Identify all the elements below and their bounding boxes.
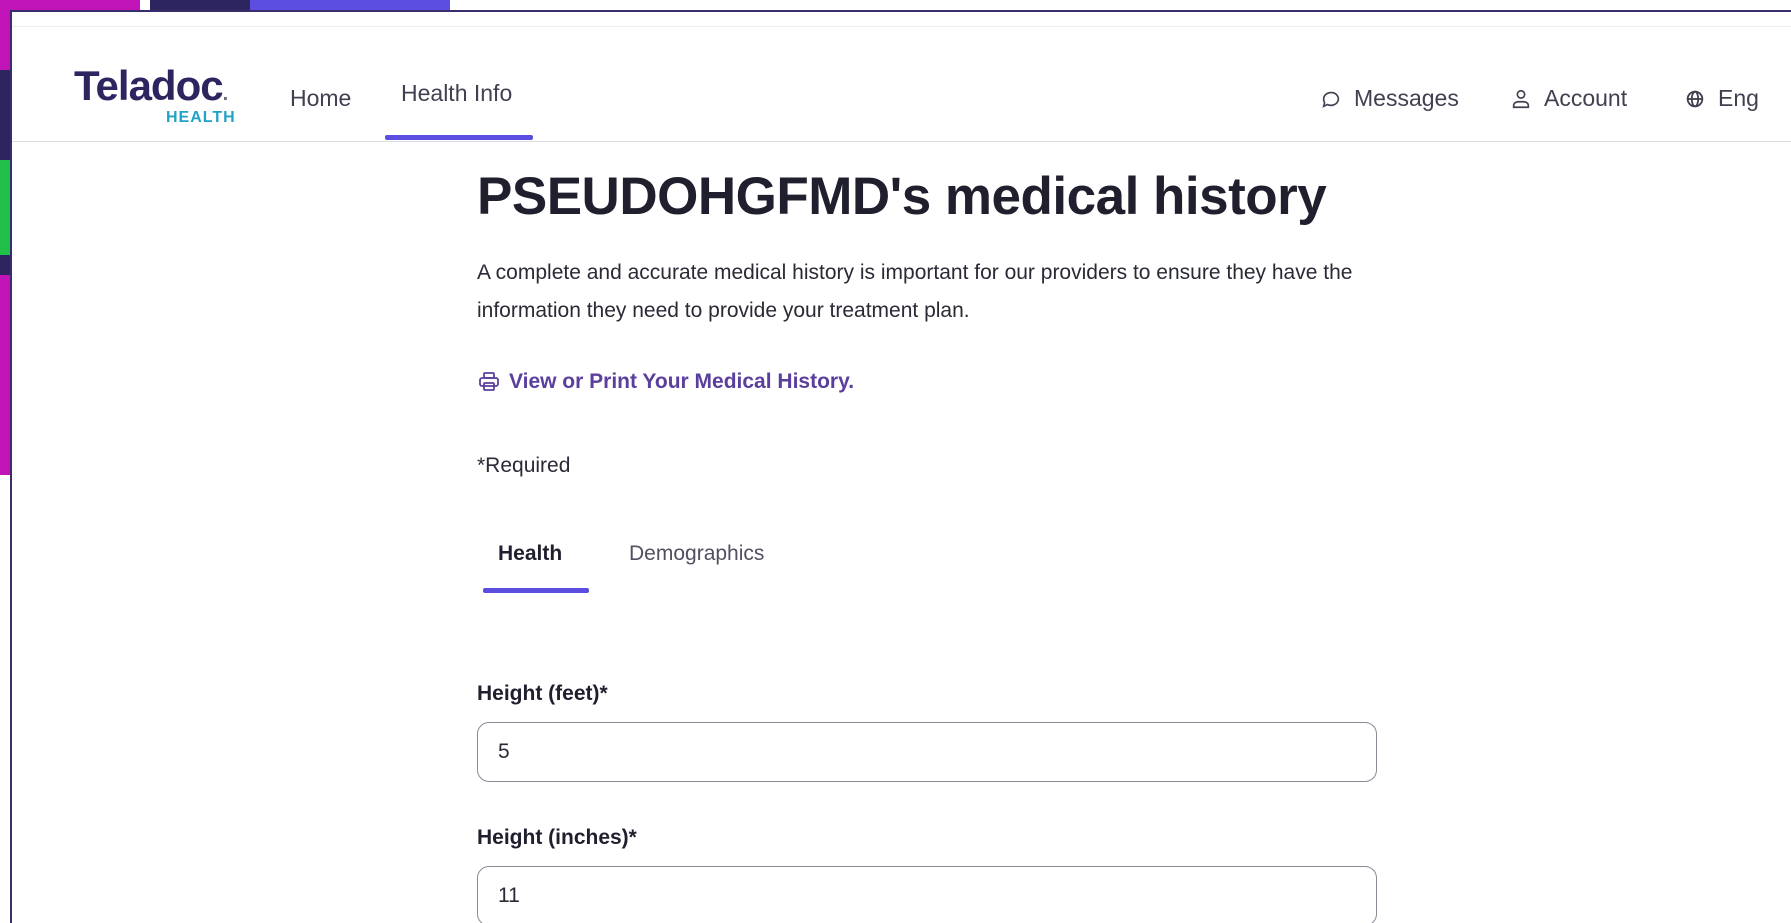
tab-active-indicator xyxy=(483,588,589,593)
account-link[interactable]: Account xyxy=(1510,85,1627,112)
required-note: *Required xyxy=(477,454,571,477)
nav-health-info[interactable]: Health Info xyxy=(401,80,512,107)
tab-demographics[interactable]: Demographics xyxy=(629,542,764,566)
decorative-top-left xyxy=(0,0,140,10)
height-feet-label: Height (feet)* xyxy=(477,682,608,705)
print-link-label: View or Print Your Medical History. xyxy=(509,370,855,393)
decorative-top-middle xyxy=(150,0,250,10)
logo-wordmark: Teladoc. xyxy=(74,62,228,115)
height-inches-label: Height (inches)* xyxy=(477,826,637,849)
messages-label: Messages xyxy=(1354,85,1459,111)
speech-bubble-icon xyxy=(1322,91,1340,108)
tab-health[interactable]: Health xyxy=(498,542,562,566)
header: Teladoc. HEALTH Home Health Info Message… xyxy=(12,26,1791,142)
account-label: Account xyxy=(1544,85,1628,111)
height-inches-input[interactable] xyxy=(477,866,1377,923)
view-print-medical-history-link[interactable]: View or Print Your Medical History. xyxy=(477,370,854,394)
language-label: Eng xyxy=(1718,85,1759,111)
decorative-top-right xyxy=(250,0,450,10)
page-title: PSEUDOHGFMD's medical history xyxy=(477,167,1327,226)
height-feet-input[interactable] xyxy=(477,722,1377,782)
nav-active-indicator xyxy=(385,135,533,140)
logo-text: Teladoc xyxy=(74,62,224,109)
messages-link[interactable]: Messages xyxy=(1320,85,1459,112)
teladoc-logo[interactable]: Teladoc. HEALTH xyxy=(74,62,235,127)
person-icon xyxy=(1512,89,1530,108)
intro-text: A complete and accurate medical history … xyxy=(477,261,1353,322)
printer-icon xyxy=(479,372,499,391)
logo-dot: . xyxy=(222,83,228,105)
globe-icon xyxy=(1686,90,1704,107)
logo-subtext: HEALTH xyxy=(166,109,236,126)
app-window: Teladoc. HEALTH Home Health Info Message… xyxy=(10,10,1791,923)
language-selector[interactable]: Eng xyxy=(1684,85,1759,112)
nav-home[interactable]: Home xyxy=(290,85,351,112)
